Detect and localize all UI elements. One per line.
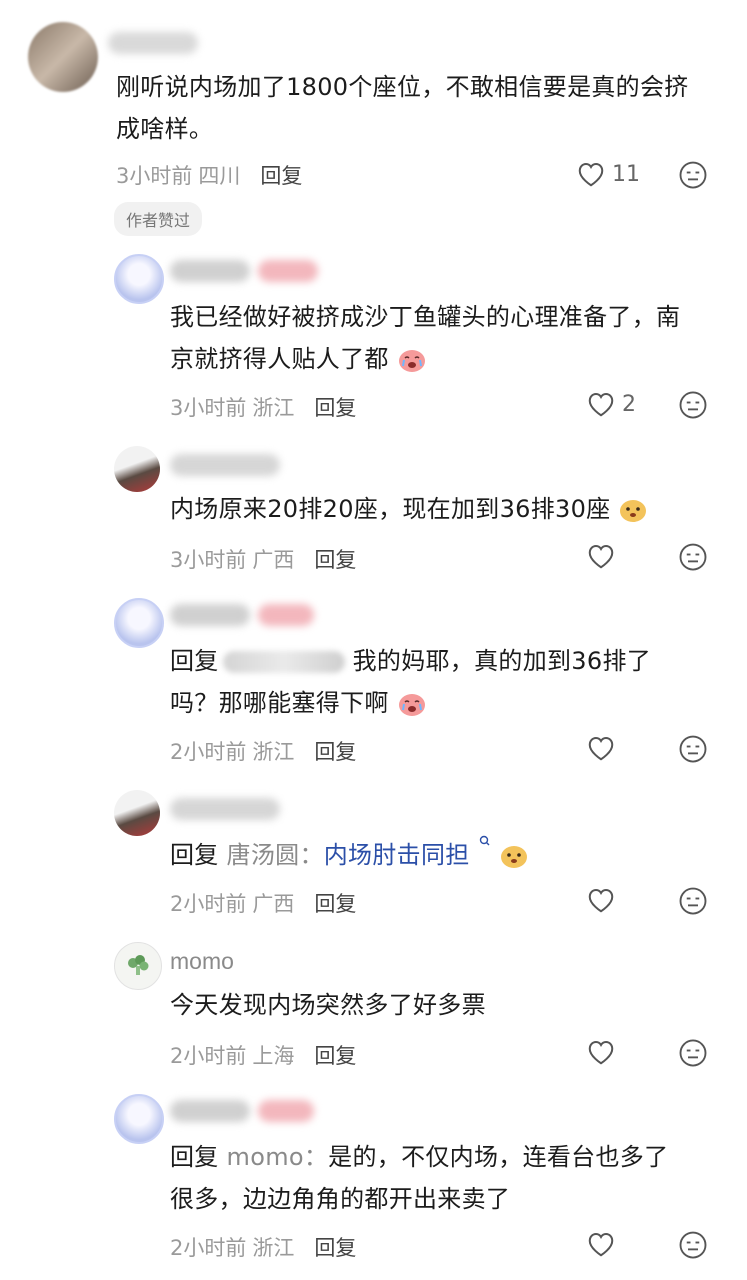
comment-location: 浙江 (252, 740, 295, 764)
reply-button[interactable]: 回复 (314, 1232, 356, 1262)
meh-face-icon (679, 161, 707, 189)
search-icon (479, 835, 489, 846)
comment-location: 四川 (198, 164, 241, 188)
reply-button[interactable]: 回复 (314, 736, 356, 766)
meh-face-icon (679, 735, 707, 763)
comment-time: 2小时前 (170, 1044, 247, 1068)
user-avatar[interactable] (114, 254, 164, 304)
user-avatar[interactable] (114, 790, 160, 836)
mentioned-user[interactable]: 唐汤圆： (227, 841, 324, 869)
comment-time: 3小时前 (170, 396, 247, 420)
comment-meta: 3小时前 浙江 回复 (170, 392, 356, 422)
dislike-button[interactable] (678, 886, 708, 920)
comment-text: 刚听说内场加了1800个座位，不敢相信要是真的会挤 成啥样。 (116, 73, 689, 143)
comment-time: 2小时前 (170, 892, 247, 916)
comment-meta: 2小时前 浙江 回复 (170, 736, 356, 766)
username-blurred[interactable] (170, 604, 250, 626)
user-avatar[interactable] (114, 1094, 164, 1144)
broccoli-icon (128, 955, 149, 975)
dislike-button[interactable] (678, 542, 708, 576)
heart-icon (588, 736, 614, 761)
comment-text: 回复 momo：是的，不仅内场，连看台也多了 很多，边边角角的都开出来卖了 (170, 1143, 669, 1213)
comment-text: 内场原来20排20座，现在加到36排30座 (170, 488, 730, 530)
user-badge-blurred (258, 1100, 314, 1122)
reply-button[interactable]: 回复 (314, 392, 356, 422)
like-button[interactable] (586, 542, 616, 570)
reply-button[interactable]: 回复 (314, 888, 356, 918)
mentioned-user[interactable]: momo： (227, 1143, 329, 1171)
comment-meta: 2小时前 浙江 回复 (170, 1232, 356, 1262)
dislike-button[interactable] (678, 1230, 708, 1264)
meh-face-icon (679, 543, 707, 571)
username-blurred[interactable] (170, 454, 280, 476)
comment-text: 我已经做好被挤成沙丁鱼罐头的心理准备了，南 京就挤得人贴人了都 (170, 303, 681, 373)
meh-face-icon (679, 1039, 707, 1067)
like-button[interactable]: 11 (576, 160, 640, 188)
comment-location: 浙江 (252, 1236, 295, 1260)
user-avatar[interactable] (114, 446, 160, 492)
smiling-face-emoji-icon (620, 500, 647, 522)
comment-time: 2小时前 (170, 740, 247, 764)
like-count: 11 (612, 161, 640, 187)
mentioned-user-blurred[interactable] (222, 651, 345, 673)
username[interactable]: momo (170, 948, 234, 975)
meh-face-icon (679, 887, 707, 915)
like-button[interactable] (586, 886, 616, 914)
heart-icon (588, 888, 614, 913)
crying-face-emoji-icon (398, 694, 425, 716)
user-avatar[interactable] (28, 22, 98, 92)
comment-meta: 2小时前 上海 回复 (170, 1040, 356, 1070)
heart-icon (588, 392, 614, 417)
heart-icon (588, 1040, 614, 1065)
meh-face-icon (679, 391, 707, 419)
comment-time: 3小时前 (116, 164, 193, 188)
comment-location: 浙江 (252, 396, 295, 420)
comment-text: 今天发现内场突然多了好多票 (170, 991, 486, 1019)
comment-location: 广西 (252, 548, 295, 572)
reply-button[interactable]: 回复 (260, 160, 302, 190)
smiling-face-emoji-icon (501, 846, 528, 868)
like-button[interactable] (586, 1038, 616, 1066)
user-badge-blurred (258, 260, 318, 282)
comment-text: 回复 唐汤圆：内场肘击同担 (170, 834, 730, 876)
dislike-button[interactable] (678, 734, 708, 768)
meh-face-icon (679, 1231, 707, 1259)
heart-icon (588, 1232, 614, 1257)
comment-text: 回复 我的妈耶，真的加到36排了 吗？那哪能塞得下啊 (170, 647, 652, 717)
comment-meta: 3小时前 广西 回复 (170, 544, 356, 574)
heart-icon (588, 544, 614, 569)
comment-location: 上海 (252, 1044, 295, 1068)
like-button[interactable]: 2 (586, 390, 636, 418)
reply-button[interactable]: 回复 (314, 544, 356, 574)
like-button[interactable] (586, 734, 616, 762)
comment-meta: 2小时前 广西 回复 (170, 888, 356, 918)
user-badge-blurred (258, 604, 314, 626)
username-blurred[interactable] (170, 1100, 250, 1122)
dislike-button[interactable] (678, 390, 708, 424)
dislike-button[interactable] (678, 160, 708, 194)
username-blurred[interactable] (108, 32, 198, 54)
username-blurred[interactable] (170, 260, 250, 282)
heart-icon (578, 162, 604, 187)
like-count: 2 (622, 391, 636, 417)
username-blurred[interactable] (170, 798, 280, 820)
comment-time: 3小时前 (170, 548, 247, 572)
user-avatar[interactable] (114, 598, 164, 648)
crying-face-emoji-icon (398, 350, 425, 372)
topic-link[interactable]: 内场肘击同担 (324, 841, 470, 869)
like-button[interactable] (586, 1230, 616, 1258)
reply-button[interactable]: 回复 (314, 1040, 356, 1070)
comment-location: 广西 (252, 892, 295, 916)
user-avatar[interactable] (114, 942, 162, 990)
dislike-button[interactable] (678, 1038, 708, 1072)
comment-meta: 3小时前 四川 回复 (116, 160, 302, 190)
comment-time: 2小时前 (170, 1236, 247, 1260)
author-liked-badge: 作者赞过 (114, 202, 203, 236)
